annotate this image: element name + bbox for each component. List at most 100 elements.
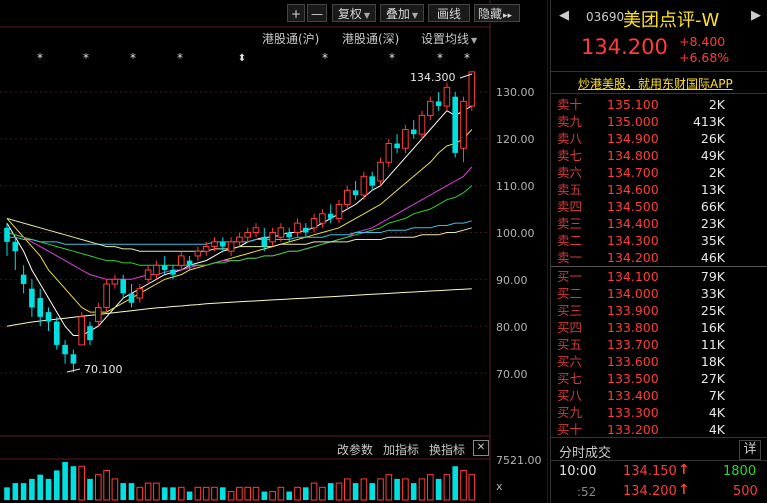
candle-body[interactable] [410, 129, 417, 135]
add-indicator-button[interactable]: 加指标 [383, 441, 419, 458]
bid-row[interactable]: 买二 134.000 33K [551, 285, 767, 302]
ask-row[interactable]: 卖二 134.300 35K [551, 232, 767, 249]
candle-body[interactable] [303, 227, 309, 233]
ask-row[interactable]: 卖五 134.600 13K [551, 181, 767, 198]
volume-bar[interactable] [54, 470, 60, 500]
candle-body[interactable] [468, 71, 476, 107]
overlay-dropdown[interactable]: 叠加 ▼ [380, 4, 424, 22]
event-star-icon[interactable]: * [177, 51, 183, 65]
candle-body[interactable] [211, 241, 218, 248]
volume-bar[interactable] [202, 486, 210, 501]
bid-row[interactable]: 买九 133.300 4K [551, 404, 767, 421]
candle-body[interactable] [319, 213, 326, 224]
volume-bar[interactable] [277, 486, 285, 501]
volume-bar[interactable] [443, 474, 451, 501]
candle-body[interactable] [394, 143, 400, 149]
candle-body[interactable] [103, 283, 110, 308]
candle-body[interactable] [261, 237, 268, 247]
candle-body[interactable] [227, 241, 235, 252]
candle-body[interactable] [294, 222, 301, 233]
volume-bar[interactable] [435, 478, 442, 500]
volume-bar[interactable] [45, 478, 52, 500]
candle-body[interactable] [170, 269, 176, 275]
candle-body[interactable] [460, 100, 467, 149]
volume-bar[interactable] [103, 469, 110, 501]
volume-bar[interactable] [294, 486, 301, 501]
kline-chart[interactable]: * * * * * * * * ⬍ [0, 0, 548, 503]
volume-bar[interactable] [360, 478, 368, 501]
candle-body[interactable] [144, 269, 152, 280]
volume-bar[interactable] [452, 466, 458, 500]
volume-bar[interactable] [144, 482, 152, 501]
event-star-icon[interactable]: * [464, 51, 470, 65]
zoom-in-button[interactable]: + [287, 4, 305, 22]
volume-bar[interactable] [62, 462, 68, 500]
bid-row[interactable]: 买八 133.400 7K [551, 387, 767, 404]
volume-bar[interactable] [385, 474, 393, 501]
volume-bar[interactable] [261, 491, 268, 500]
close-indicator-button[interactable]: ✕ [473, 440, 489, 456]
volume-bar[interactable] [319, 486, 326, 501]
candle-body[interactable] [161, 265, 168, 270]
volume-bar[interactable] [418, 478, 426, 501]
candle-body[interactable] [194, 250, 202, 257]
volume-bar[interactable] [29, 478, 35, 500]
candle-body[interactable] [29, 288, 35, 308]
volume-bar[interactable] [344, 478, 351, 501]
promo-link[interactable]: 炒港美股，就用东财国际APP [578, 75, 733, 92]
volume-bar[interactable] [87, 478, 93, 500]
event-star-icon[interactable]: * [130, 51, 136, 65]
volume-bar[interactable] [136, 486, 144, 501]
volume-bar[interactable] [327, 483, 334, 500]
volume-bar[interactable] [402, 478, 409, 501]
event-star-icon[interactable]: * [437, 51, 443, 65]
candle-body[interactable] [418, 114, 426, 135]
candle-body[interactable] [427, 100, 434, 116]
hk-connect-sh-button[interactable]: 港股通(沪) [262, 30, 319, 47]
volume-bar[interactable] [286, 491, 292, 500]
candle-body[interactable] [220, 241, 226, 247]
candle-body[interactable] [128, 293, 135, 303]
bid-row[interactable]: 买四 133.800 16K [551, 319, 767, 336]
volume-bar[interactable] [377, 478, 384, 501]
candle-body[interactable] [252, 227, 260, 233]
candle-body[interactable] [377, 161, 384, 182]
candle-body[interactable] [352, 190, 359, 196]
next-stock-arrow-icon[interactable]: ▶ [751, 8, 761, 23]
volume-bar[interactable] [20, 483, 27, 500]
bid-row[interactable]: 买七 133.500 27K [551, 370, 767, 387]
volume-bar[interactable] [178, 486, 185, 501]
ask-row[interactable]: 卖一 134.200 46K [551, 249, 767, 266]
candle-body[interactable] [136, 288, 144, 299]
volume-bar[interactable] [186, 491, 193, 500]
zoom-out-button[interactable]: — [307, 4, 327, 22]
candle-body[interactable] [37, 298, 43, 317]
volume-bar[interactable] [128, 483, 135, 500]
volume-bar[interactable] [269, 491, 276, 501]
volume-bar[interactable] [211, 486, 218, 501]
candle-body[interactable] [277, 227, 285, 238]
volume-bar[interactable] [37, 474, 43, 500]
ask-row[interactable]: 卖四 134.500 66K [551, 198, 767, 215]
volume-bar[interactable] [161, 487, 168, 500]
candle-body[interactable] [12, 241, 19, 252]
prev-stock-arrow-icon[interactable]: ◀ [559, 8, 569, 23]
candle-body[interactable] [20, 274, 27, 285]
candle-body[interactable] [45, 312, 52, 322]
ask-row[interactable]: 卖八 134.900 26K [551, 130, 767, 147]
event-star-icon[interactable]: * [322, 51, 328, 65]
volume-bar[interactable] [12, 483, 19, 500]
candle-body[interactable] [202, 246, 210, 252]
volume-bar[interactable] [468, 474, 476, 501]
candle-body[interactable] [87, 326, 93, 341]
ask-row[interactable]: 卖九 135.000 413K [551, 113, 767, 130]
candle-body[interactable] [443, 86, 451, 107]
volume-bar[interactable] [111, 478, 119, 501]
candle-body[interactable] [344, 189, 351, 205]
ask-row[interactable]: 卖三 134.400 23K [551, 215, 767, 232]
candle-body[interactable] [335, 203, 343, 219]
bid-row[interactable]: 买五 133.700 11K [551, 336, 767, 353]
ask-row[interactable]: 卖六 134.700 2K [551, 164, 767, 181]
candle-body[interactable] [310, 217, 318, 229]
candle-body[interactable] [4, 227, 10, 242]
